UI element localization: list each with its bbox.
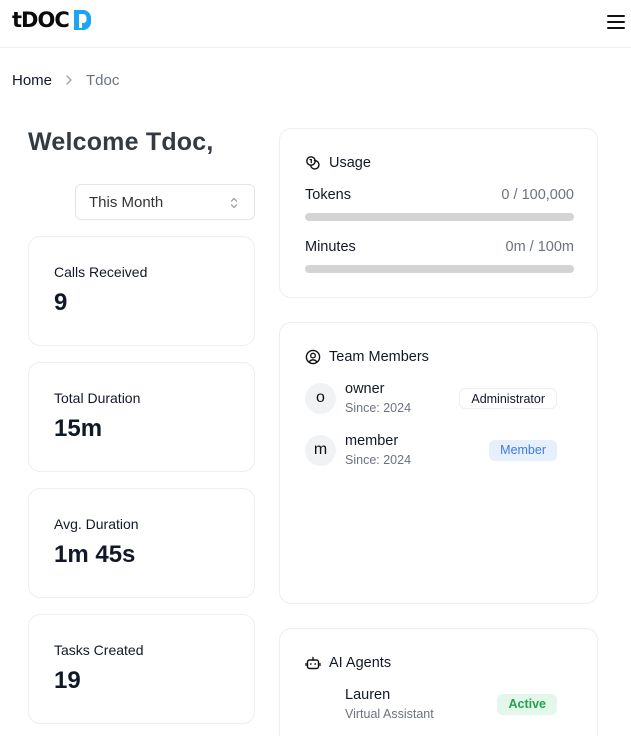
stat-label: Avg. Duration xyxy=(54,516,139,532)
status-badge: Active xyxy=(497,694,557,715)
member-name: owner xyxy=(345,381,385,397)
usage-label: Tokens xyxy=(305,187,351,203)
breadcrumb-current: Tdoc xyxy=(86,71,120,89)
stat-card-calls-received: Calls Received 9 xyxy=(28,236,255,346)
stat-label: Total Duration xyxy=(54,390,141,406)
usage-title: Usage xyxy=(329,155,371,171)
coins-icon xyxy=(306,156,320,170)
page-title: Welcome Tdoc, xyxy=(28,128,214,156)
period-select-value: This Month xyxy=(89,194,164,211)
usage-value: 0 / 100,000 xyxy=(501,187,574,203)
stat-label: Calls Received xyxy=(54,264,148,280)
role-badge: Member xyxy=(489,440,557,461)
team-members-header: Team Members xyxy=(305,349,429,365)
usage-label: Minutes xyxy=(305,239,356,255)
role-badge: Administrator xyxy=(459,388,557,409)
stat-value: 9 xyxy=(54,289,68,316)
ai-agents-title: AI Agents xyxy=(329,655,392,671)
chevron-right-icon xyxy=(66,75,72,85)
ai-agents-card: AI Agents Lauren Virtual Assistant Activ… xyxy=(279,628,598,736)
stat-card-total-duration: Total Duration 15m xyxy=(28,362,255,472)
tokens-progress-bar xyxy=(305,213,574,221)
hamburger-menu-icon[interactable] xyxy=(606,12,626,32)
period-select[interactable]: This Month xyxy=(75,184,255,220)
usage-card: Usage Tokens 0 / 100,000 Minutes 0m / 10… xyxy=(279,128,598,298)
avatar: o xyxy=(305,383,336,414)
avatar: m xyxy=(305,435,336,466)
usage-value: 0m / 100m xyxy=(505,239,575,255)
minutes-progress-bar xyxy=(305,265,574,273)
stat-value: 19 xyxy=(54,667,81,694)
usage-card-header: Usage xyxy=(305,155,371,171)
stat-value: 15m xyxy=(54,415,103,442)
logo[interactable]: tDOC xyxy=(12,8,93,32)
member-since: Since: 2024 xyxy=(345,453,412,467)
team-members-card: Team Members o owner Since: 2024 Adminis… xyxy=(279,322,598,604)
breadcrumb-home-link[interactable]: Home xyxy=(12,72,52,89)
stat-card-avg-duration: Avg. Duration 1m 45s xyxy=(28,488,255,598)
stat-value: 1m 45s xyxy=(54,541,136,568)
member-name: member xyxy=(345,433,399,449)
ai-agents-header: AI Agents xyxy=(305,655,391,671)
breadcrumb: Home Tdoc xyxy=(12,70,119,90)
agent-name: Lauren xyxy=(345,687,391,703)
stat-label: Tasks Created xyxy=(54,642,144,658)
top-bar: tDOC xyxy=(0,0,631,48)
member-since: Since: 2024 xyxy=(345,401,412,415)
logo-mark-icon xyxy=(73,10,91,30)
team-members-title: Team Members xyxy=(329,349,429,365)
chevron-up-down-icon xyxy=(230,197,238,209)
stat-card-tasks-created: Tasks Created 19 xyxy=(28,614,255,724)
ai-agent-row[interactable]: Lauren Virtual Assistant Active xyxy=(305,687,557,723)
agent-role: Virtual Assistant xyxy=(345,707,434,721)
team-member-row[interactable]: o owner Since: 2024 Administrator xyxy=(305,381,557,417)
user-circle-icon xyxy=(305,349,321,365)
team-member-row[interactable]: m member Since: 2024 Member xyxy=(305,433,557,469)
logo-text: tDOC xyxy=(12,8,70,32)
bot-icon xyxy=(305,656,321,670)
